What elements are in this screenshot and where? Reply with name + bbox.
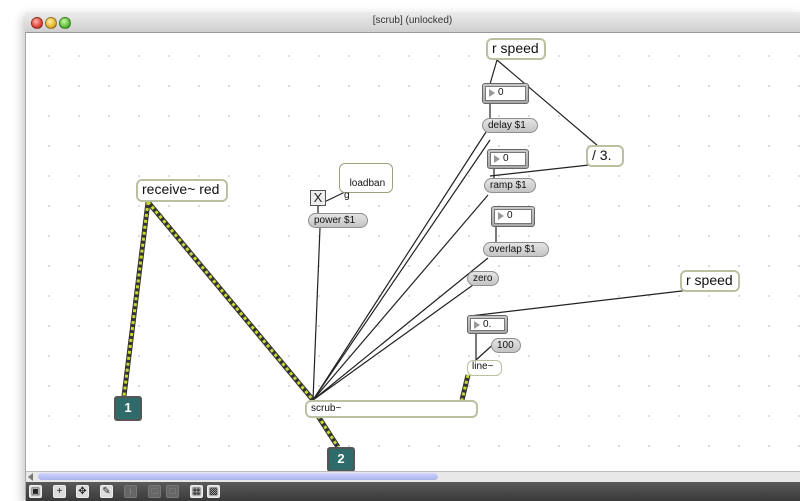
window-title: [scrub] (unlocked) — [372, 15, 453, 26]
lock-icon[interactable]: ▣ — [29, 485, 42, 498]
message-label: delay $1 — [488, 120, 526, 131]
message-label: 100 — [497, 340, 514, 351]
number-value: 0 — [494, 209, 532, 224]
object-label: r speed — [686, 272, 733, 288]
new-object-icon[interactable]: + — [53, 485, 66, 498]
power-message[interactable]: power $1 — [308, 213, 368, 228]
overlap-message[interactable]: overlap $1 — [483, 242, 549, 257]
receive-red-object[interactable]: receive~ red — [136, 179, 228, 202]
scrub-object[interactable]: scrub~ — [305, 400, 478, 418]
object-label: zero — [473, 273, 493, 284]
number-box[interactable]: 0 — [487, 149, 529, 169]
zero-object[interactable]: zero — [467, 271, 499, 286]
object-label: receive~ red — [142, 181, 220, 197]
object-label: scrub~ — [311, 403, 342, 414]
snap-icon[interactable]: ▩ — [207, 485, 220, 498]
disabled-icon-2: □ — [148, 485, 161, 498]
disabled-icon-3: □ — [166, 485, 179, 498]
number-box[interactable]: 0. — [467, 315, 508, 334]
delay-message[interactable]: delay $1 — [482, 118, 538, 133]
title-bar[interactable]: [scrub] (unlocked) — [25, 12, 800, 33]
outlet-2[interactable]: 2 — [327, 447, 355, 472]
line-object[interactable]: line~ — [467, 360, 502, 376]
number-value: 0 — [485, 86, 526, 101]
number-value: 0. — [470, 318, 505, 331]
number-box[interactable]: 0 — [482, 83, 529, 104]
message-label: ramp $1 — [490, 180, 527, 191]
pan-icon[interactable]: ✥ — [76, 485, 89, 498]
horizontal-scrollbar[interactable] — [26, 471, 800, 482]
disabled-icon-1: i — [124, 485, 137, 498]
r-speed-object[interactable]: r speed — [486, 38, 546, 60]
r-speed-object[interactable]: r speed — [680, 270, 740, 292]
outlet-1[interactable]: 1 — [114, 396, 142, 421]
patcher-toolbar: ▣ + ✥ ✎ i □ □ ▦ ▩ — [26, 482, 800, 501]
loadbang-object[interactable]: loadban g — [339, 163, 393, 201]
ramp-message[interactable]: ramp $1 — [484, 178, 536, 193]
inspector-icon[interactable]: ✎ — [100, 485, 113, 498]
object-label: r speed — [492, 40, 539, 56]
scroll-thumb[interactable] — [38, 473, 438, 480]
hundred-message[interactable]: 100 — [491, 338, 521, 353]
divide-object[interactable]: / 3. — [586, 145, 624, 167]
object-label: line~ — [472, 361, 494, 372]
number-box[interactable]: 0 — [491, 206, 535, 227]
object-label: / 3. — [592, 147, 612, 163]
scroll-left-icon[interactable] — [28, 473, 33, 481]
message-label: overlap $1 — [489, 244, 536, 255]
message-label: power $1 — [314, 215, 356, 226]
number-value: 0 — [490, 152, 526, 166]
grid-icon[interactable]: ▦ — [190, 485, 203, 498]
toggle-checkbox[interactable]: X — [310, 190, 326, 206]
